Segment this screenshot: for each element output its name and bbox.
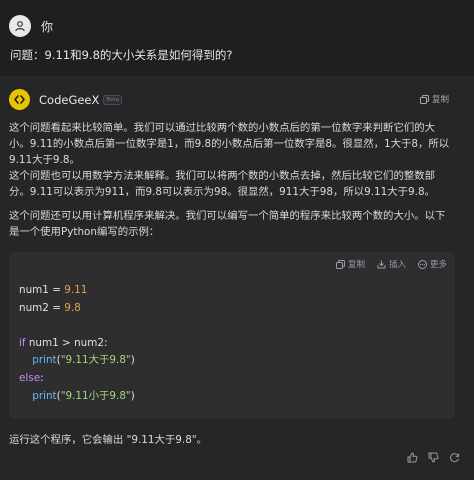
code-more-label: 更多: [429, 260, 447, 270]
code-content: num1 = 9.11 num2 = 9.8 if num1 > num2: p…: [19, 282, 135, 405]
beta-badge: Beta: [103, 94, 123, 105]
code-token: =: [48, 284, 65, 296]
insert-icon: [377, 260, 386, 268]
copy-answer-button[interactable]: 复制: [419, 93, 449, 105]
user-message-header: 你: [9, 15, 53, 37]
code-line: num1 = 9.11: [19, 282, 135, 300]
answer-line: 是一个使用Python编写的示例：: [9, 225, 160, 238]
code-token: num2: [19, 301, 49, 314]
copy-icon: [419, 94, 429, 104]
code-token: print: [32, 354, 57, 367]
code-line: num2 = 9.8: [19, 300, 135, 318]
refresh-icon: [450, 453, 460, 463]
code-token: else: [19, 371, 41, 384]
code-line: print("9.11大于9.8"): [19, 352, 135, 370]
feedback-bar: [397, 452, 460, 463]
bot-avatar: [9, 89, 30, 110]
answer-paragraph-3: 这个问题还可以用计算机程序来解决。我们可以编写一个简单的程序来比较两个数的大小。…: [9, 209, 467, 241]
code-more-button[interactable]: 更多: [417, 258, 447, 270]
code-token: print: [32, 389, 57, 402]
thumbs-down-icon: [428, 452, 439, 463]
answer-line: 分。9.11可以表示为911，而9.8可以表示为98。很显然，911大于98，所…: [9, 185, 435, 198]
code-line: print("9.11小于9.8"): [19, 388, 135, 406]
answer-footer-text: 运行这个程序，它会输出 "9.11大于9.8"。: [9, 434, 207, 446]
bot-name: CodeGeeX: [39, 92, 100, 107]
user-name: 你: [41, 19, 54, 34]
code-token: "9.11小于9.8": [60, 389, 131, 402]
code-copy-button[interactable]: 复制: [335, 258, 365, 270]
code-line: if num1 > num2:: [19, 335, 135, 353]
answer-line: 9.11大于9.8。: [9, 153, 80, 166]
codegeex-logo-icon: [14, 95, 25, 104]
user-icon: [15, 21, 25, 32]
code-insert-label: 插入: [388, 260, 406, 270]
answer-line: 这个问题还可以用计算机程序来解决。我们可以编写一个简单的程序来比较两个数的大小。…: [9, 210, 446, 222]
answer-line: 小。9.11的小数点后第一位数字是1，而9.8的小数点后第一位数字是8。很显然，…: [9, 137, 450, 150]
answer-paragraph-2: 这个问题也可以用数学方法来解释。我们可以将两个数的小数点去掉，然后比较它们的整数…: [9, 169, 467, 201]
code-token: num1 > num2:: [25, 336, 108, 349]
code-block: 复制 插入 更多 num1 = 9.11 num2 = 9.8 if num1 …: [9, 252, 455, 419]
code-token: "9.11大于9.8": [60, 354, 131, 367]
code-token: =: [48, 301, 65, 314]
thumbs-up-button[interactable]: [407, 452, 418, 463]
more-icon: [417, 259, 427, 269]
code-copy-label: 复制: [347, 260, 365, 270]
copy-icon: [335, 259, 345, 269]
user-question: 问题：9.11和9.8的大小关系是如何得到的?: [10, 48, 233, 62]
code-token: ): [130, 354, 135, 367]
answer-line: 这个问题也可以用数学方法来解释。我们可以将两个数的小数点去掉，然后比较它们的整数…: [9, 170, 436, 182]
code-token: :: [40, 371, 44, 384]
code-token: 9.11: [64, 284, 88, 296]
user-avatar: [9, 15, 31, 37]
code-insert-button[interactable]: 插入: [377, 258, 406, 270]
code-line: else:: [19, 370, 135, 388]
code-token: num1: [19, 284, 49, 296]
copy-answer-label: 复制: [431, 95, 449, 105]
code-token: 9.8: [64, 301, 81, 314]
bot-message-header: CodeGeeX Beta: [9, 89, 123, 110]
code-toolbar: 复制 插入 更多: [324, 258, 447, 270]
regenerate-button[interactable]: [449, 452, 460, 463]
answer-line: 这个问题看起来比较简单。我们可以通过比较两个数的小数点后的第一位数字来判断它们的…: [9, 122, 436, 134]
thumbs-up-icon: [407, 452, 418, 463]
code-token: ): [130, 389, 135, 402]
answer-paragraph-1: 这个问题看起来比较简单。我们可以通过比较两个数的小数点后的第一位数字来判断它们的…: [9, 121, 467, 169]
thumbs-down-button[interactable]: [428, 452, 439, 463]
